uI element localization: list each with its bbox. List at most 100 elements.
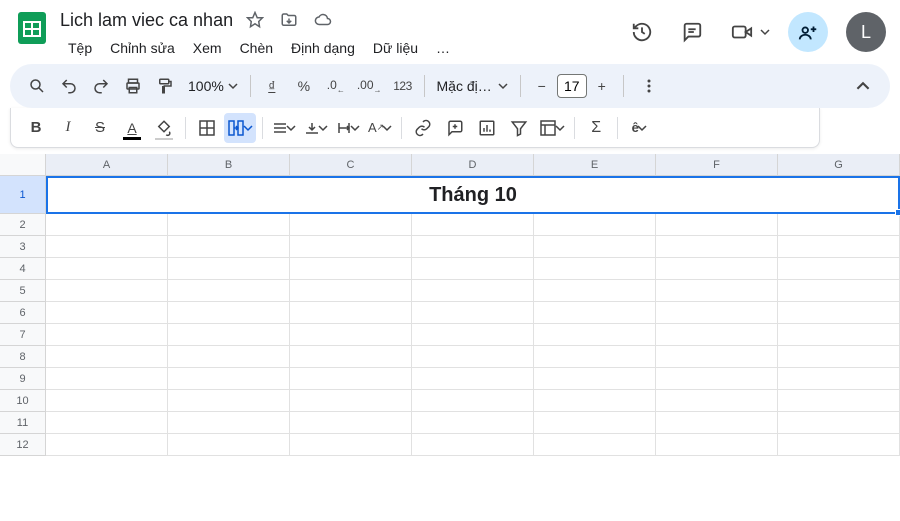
cell[interactable]: [412, 390, 534, 412]
font-family-dropdown[interactable]: Mặc đị…: [431, 78, 514, 94]
fill-color-button[interactable]: [149, 113, 179, 143]
cell[interactable]: [290, 346, 412, 368]
decrease-font-size-button[interactable]: −: [527, 71, 557, 101]
cell[interactable]: [290, 368, 412, 390]
cell[interactable]: [534, 390, 656, 412]
column-header[interactable]: E: [534, 154, 656, 175]
more-formats-button[interactable]: 123: [388, 71, 418, 101]
cell[interactable]: [168, 412, 290, 434]
cell[interactable]: [46, 412, 168, 434]
insert-link-icon[interactable]: [408, 113, 438, 143]
row-header[interactable]: 8: [0, 346, 46, 368]
cell[interactable]: [412, 346, 534, 368]
row-header[interactable]: 4: [0, 258, 46, 280]
cell[interactable]: [46, 346, 168, 368]
cell[interactable]: [778, 346, 900, 368]
cell[interactable]: [534, 236, 656, 258]
menu-file[interactable]: Tệp: [60, 36, 100, 60]
cell[interactable]: [778, 368, 900, 390]
cell[interactable]: [534, 412, 656, 434]
cell[interactable]: [778, 280, 900, 302]
cell[interactable]: [412, 434, 534, 456]
cell[interactable]: [46, 214, 168, 236]
merged-cell-selected[interactable]: Tháng 10: [46, 176, 900, 214]
cell[interactable]: [534, 280, 656, 302]
history-icon[interactable]: [626, 16, 658, 48]
decrease-decimal-button[interactable]: .0←: [321, 71, 351, 101]
borders-button[interactable]: [192, 113, 222, 143]
cell[interactable]: [168, 280, 290, 302]
cell[interactable]: [534, 214, 656, 236]
cell[interactable]: [412, 236, 534, 258]
cell[interactable]: [778, 434, 900, 456]
cell[interactable]: [168, 258, 290, 280]
cell[interactable]: [412, 324, 534, 346]
menu-insert[interactable]: Chèn: [232, 36, 281, 60]
menu-format[interactable]: Định dạng: [283, 36, 363, 60]
cell[interactable]: [168, 302, 290, 324]
row-header[interactable]: 12: [0, 434, 46, 456]
select-all-corner[interactable]: [0, 154, 46, 175]
cell[interactable]: [290, 214, 412, 236]
cell[interactable]: [290, 434, 412, 456]
vertical-align-button[interactable]: [301, 113, 331, 143]
menu-view[interactable]: Xem: [185, 36, 230, 60]
cell[interactable]: [46, 434, 168, 456]
cell[interactable]: [534, 346, 656, 368]
cell[interactable]: [778, 214, 900, 236]
redo-icon[interactable]: [86, 71, 116, 101]
cloud-saved-icon[interactable]: [311, 8, 335, 32]
selection-handle[interactable]: [895, 209, 900, 216]
cell[interactable]: [168, 434, 290, 456]
cell[interactable]: [778, 324, 900, 346]
functions-button[interactable]: Σ: [581, 113, 611, 143]
print-icon[interactable]: [118, 71, 148, 101]
insert-comment-icon[interactable]: [440, 113, 470, 143]
cell[interactable]: [168, 346, 290, 368]
cell[interactable]: [412, 412, 534, 434]
cell[interactable]: [656, 214, 778, 236]
cell[interactable]: [656, 302, 778, 324]
font-size-input[interactable]: [557, 74, 587, 98]
cell[interactable]: [412, 214, 534, 236]
cell[interactable]: [534, 324, 656, 346]
column-header[interactable]: D: [412, 154, 534, 175]
row-header[interactable]: 7: [0, 324, 46, 346]
menu-data[interactable]: Dữ liệu: [365, 36, 426, 60]
cell[interactable]: [290, 258, 412, 280]
column-header[interactable]: A: [46, 154, 168, 175]
cell[interactable]: [168, 236, 290, 258]
cell[interactable]: [778, 412, 900, 434]
row-header[interactable]: 10: [0, 390, 46, 412]
cell[interactable]: [534, 368, 656, 390]
cell[interactable]: [46, 324, 168, 346]
cell[interactable]: [656, 258, 778, 280]
text-wrap-button[interactable]: [333, 113, 363, 143]
cell[interactable]: [46, 302, 168, 324]
column-header[interactable]: G: [778, 154, 900, 175]
row-header[interactable]: 9: [0, 368, 46, 390]
menu-edit[interactable]: Chỉnh sửa: [102, 36, 183, 60]
italic-button[interactable]: I: [53, 113, 83, 143]
cell[interactable]: [46, 390, 168, 412]
percent-button[interactable]: %: [289, 71, 319, 101]
cell[interactable]: [534, 258, 656, 280]
cell[interactable]: [168, 368, 290, 390]
document-title[interactable]: Lich lam viec ca nhan: [60, 10, 233, 31]
cell[interactable]: [412, 368, 534, 390]
row-header[interactable]: 6: [0, 302, 46, 324]
increase-font-size-button[interactable]: +: [587, 71, 617, 101]
merge-cells-button[interactable]: [224, 113, 256, 143]
cell[interactable]: [656, 390, 778, 412]
menu-more[interactable]: …: [428, 36, 458, 60]
cell[interactable]: [534, 434, 656, 456]
input-tools-button[interactable]: ê: [624, 113, 654, 143]
undo-icon[interactable]: [54, 71, 84, 101]
cell[interactable]: [656, 280, 778, 302]
star-icon[interactable]: [243, 8, 267, 32]
column-header[interactable]: C: [290, 154, 412, 175]
column-header[interactable]: F: [656, 154, 778, 175]
cell[interactable]: [46, 280, 168, 302]
row-header[interactable]: 5: [0, 280, 46, 302]
collapse-toolbar-icon[interactable]: [848, 71, 878, 101]
